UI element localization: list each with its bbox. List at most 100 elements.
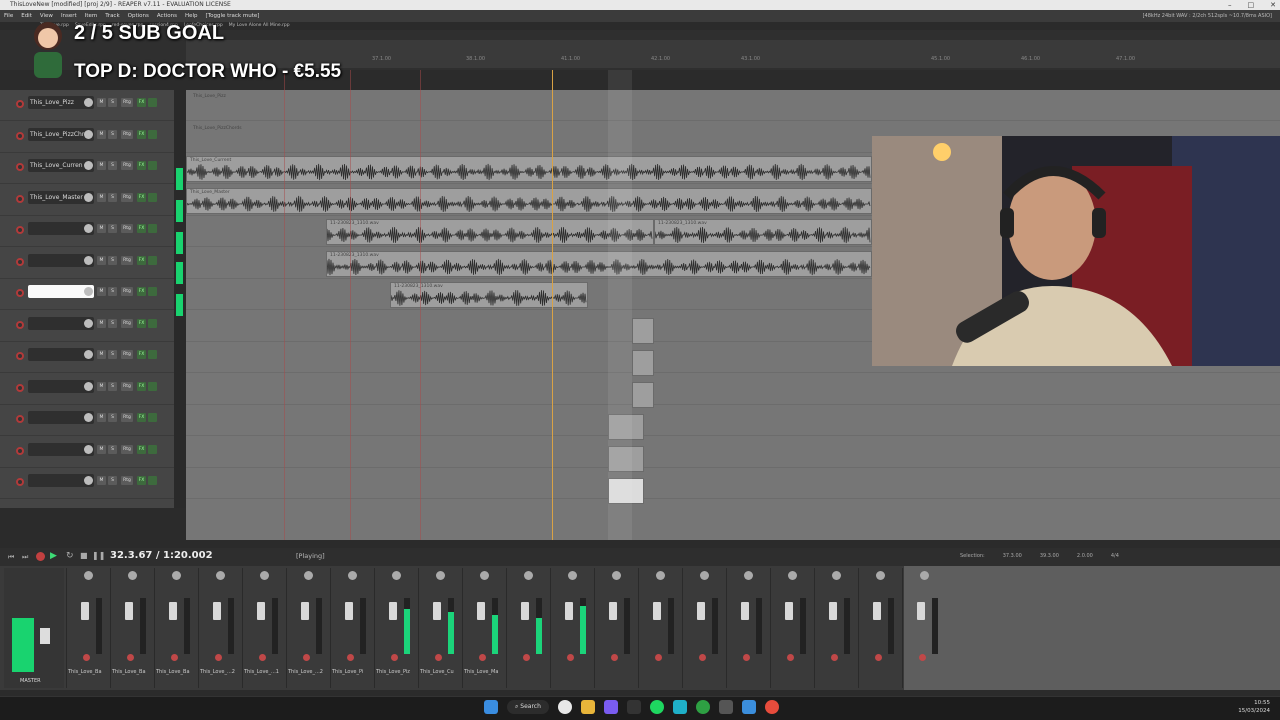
record-arm-button[interactable] xyxy=(16,289,24,297)
mute-button[interactable]: M xyxy=(97,350,106,359)
fx-enable-icon[interactable] xyxy=(148,255,157,265)
record-button[interactable] xyxy=(36,552,45,561)
fx-enable-icon[interactable] xyxy=(148,444,157,454)
fx-button[interactable]: FX xyxy=(137,413,146,422)
selection-end[interactable]: 39.3.00 xyxy=(1040,550,1059,562)
record-arm-button[interactable] xyxy=(743,654,750,661)
record-arm-button[interactable] xyxy=(259,654,266,661)
fx-button[interactable]: FX xyxy=(137,476,146,485)
volume-knob[interactable] xyxy=(84,350,93,359)
record-arm-button[interactable] xyxy=(611,654,618,661)
volume-knob[interactable] xyxy=(84,161,93,170)
maximize-icon[interactable]: □ xyxy=(1248,0,1255,10)
record-arm-button[interactable] xyxy=(16,478,24,486)
selection-start[interactable]: 37.3.00 xyxy=(1003,550,1022,562)
track-header[interactable]: M S Rtg FX xyxy=(0,216,174,247)
mute-button[interactable]: M xyxy=(97,161,106,170)
routing-button[interactable]: Rtg xyxy=(121,192,133,202)
fx-button[interactable]: FX xyxy=(137,350,146,359)
solo-button[interactable]: S xyxy=(108,413,117,422)
track-header[interactable]: M S Rtg FX xyxy=(0,374,174,405)
fx-enable-icon[interactable] xyxy=(148,476,157,485)
app-icon[interactable] xyxy=(672,700,687,714)
record-arm-button[interactable] xyxy=(303,654,310,661)
record-arm-button[interactable] xyxy=(391,654,398,661)
media-item[interactable]: This_Love_Master xyxy=(186,187,872,214)
menu-item[interactable]: Item xyxy=(85,10,98,22)
volume-fader[interactable] xyxy=(257,602,265,620)
solo-button[interactable]: S xyxy=(108,224,117,233)
chrome-icon[interactable] xyxy=(557,700,572,714)
reaper-icon[interactable] xyxy=(626,700,641,714)
fx-enable-icon[interactable] xyxy=(148,192,157,202)
volume-fader[interactable] xyxy=(873,602,881,620)
volume-knob[interactable] xyxy=(84,192,93,202)
record-arm-button[interactable] xyxy=(875,654,882,661)
mute-button[interactable]: M xyxy=(97,318,106,328)
volume-knob[interactable] xyxy=(84,444,93,454)
pan-knob[interactable] xyxy=(84,571,93,580)
record-arm-button[interactable] xyxy=(16,383,24,392)
media-item[interactable]: This_Love_Current xyxy=(186,156,872,182)
midi-item[interactable] xyxy=(632,318,654,344)
mute-button[interactable]: M xyxy=(97,129,106,139)
mute-button[interactable]: M xyxy=(97,287,106,296)
timeline-ruler[interactable]: 37.1.00 38.1.00 41.1.00 42.1.00 43.1.00 … xyxy=(186,40,1280,68)
fx-enable-icon[interactable] xyxy=(148,413,157,422)
pan-knob[interactable] xyxy=(656,571,665,580)
track-header[interactable]: M S Rtg FX xyxy=(0,311,174,342)
discord-icon[interactable] xyxy=(603,700,618,714)
record-arm-button[interactable] xyxy=(16,194,24,203)
record-arm-button[interactable] xyxy=(16,446,24,455)
routing-button[interactable]: Rtg xyxy=(121,161,133,170)
pan-knob[interactable] xyxy=(920,571,929,580)
record-arm-button[interactable] xyxy=(567,654,574,661)
taskbar-clock[interactable]: 10:55 15/03/2024 xyxy=(1238,699,1270,715)
pause-button[interactable]: ❚❚ xyxy=(92,551,105,560)
go-start-icon[interactable]: ⏮ xyxy=(8,553,14,562)
routing-button[interactable]: Rtg xyxy=(121,381,133,391)
media-item[interactable]: 11-230823_1310.wav xyxy=(326,219,654,245)
record-arm-button[interactable] xyxy=(16,131,24,140)
record-arm-button[interactable] xyxy=(16,320,24,329)
close-icon[interactable]: ✕ xyxy=(1270,0,1276,10)
record-arm-button[interactable] xyxy=(16,257,24,266)
track-header[interactable]: M S Rtg FX xyxy=(0,405,174,436)
volume-fader[interactable] xyxy=(81,602,89,620)
fx-enable-icon[interactable] xyxy=(148,129,157,139)
record-arm-button[interactable] xyxy=(215,654,222,661)
volume-fader[interactable] xyxy=(829,602,837,620)
menu-options[interactable]: Options xyxy=(128,10,149,22)
pan-knob[interactable] xyxy=(524,571,533,580)
pan-knob[interactable] xyxy=(348,571,357,580)
fx-button[interactable]: FX xyxy=(137,287,146,296)
routing-button[interactable]: Rtg xyxy=(121,413,133,422)
volume-fader[interactable] xyxy=(741,602,749,620)
pan-knob[interactable] xyxy=(172,571,181,580)
volume-knob[interactable] xyxy=(84,255,93,265)
pan-knob[interactable] xyxy=(260,571,269,580)
pan-knob[interactable] xyxy=(700,571,709,580)
volume-fader[interactable] xyxy=(433,602,441,620)
routing-button[interactable]: Rtg xyxy=(121,129,133,139)
volume-fader[interactable] xyxy=(521,602,529,620)
record-arm-button[interactable] xyxy=(831,654,838,661)
volume-fader[interactable] xyxy=(213,602,221,620)
solo-button[interactable]: S xyxy=(108,318,117,328)
fx-enable-icon[interactable] xyxy=(148,98,157,107)
mute-button[interactable]: M xyxy=(97,255,106,265)
record-arm-button[interactable] xyxy=(16,226,24,234)
file-explorer-icon[interactable] xyxy=(580,700,595,714)
volume-fader[interactable] xyxy=(917,602,925,620)
volume-fader[interactable] xyxy=(345,602,353,620)
track-header[interactable]: This_Love_PizzChr M S Rtg FX xyxy=(0,122,174,153)
media-item[interactable]: 11-230823_1310.wav xyxy=(654,219,872,245)
record-arm-button[interactable] xyxy=(699,654,706,661)
mute-button[interactable]: M xyxy=(97,413,106,422)
stop-button[interactable]: ■ xyxy=(80,551,88,560)
fx-button[interactable]: FX xyxy=(137,318,146,328)
routing-button[interactable]: Rtg xyxy=(121,318,133,328)
fx-button[interactable]: FX xyxy=(137,161,146,170)
record-arm-button[interactable] xyxy=(16,415,24,423)
solo-button[interactable]: S xyxy=(108,350,117,359)
